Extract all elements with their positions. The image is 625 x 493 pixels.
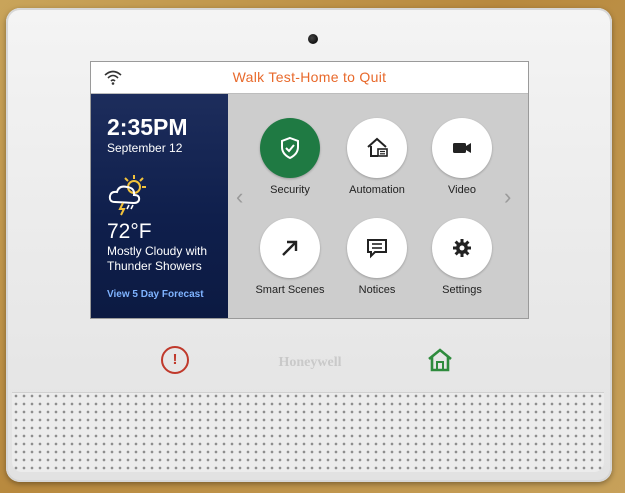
tile-video[interactable]: Video bbox=[422, 118, 502, 196]
tile-label: Notices bbox=[358, 284, 396, 296]
brand-logo: Honeywell bbox=[278, 355, 342, 370]
alert-icon[interactable]: ! bbox=[161, 346, 189, 374]
tile-label: Security bbox=[270, 184, 310, 196]
touchscreen: Walk Test-Home to Quit 2:35PM September … bbox=[90, 61, 529, 319]
forecast-link[interactable]: View 5 Day Forecast bbox=[107, 289, 204, 300]
gear-icon bbox=[453, 239, 471, 257]
clock-time: 2:35PM bbox=[107, 114, 188, 140]
app-grid: ‹ › Security Automation Video Smart Scen… bbox=[228, 94, 528, 318]
settings-button[interactable] bbox=[432, 218, 492, 278]
temperature: 72°F bbox=[107, 220, 152, 243]
next-page-arrow[interactable]: › bbox=[504, 186, 520, 208]
weather-condition: Mostly Cloudy with Thunder Showers bbox=[107, 244, 208, 273]
security-button[interactable] bbox=[260, 118, 320, 178]
clock-date: September 12 bbox=[107, 141, 183, 155]
tile-label: Smart Scenes bbox=[255, 284, 325, 296]
shield-check-icon bbox=[281, 136, 299, 160]
storm-cloud-sun-icon bbox=[108, 175, 146, 216]
tile-security[interactable]: Security bbox=[250, 118, 330, 196]
tile-label: Video bbox=[448, 184, 476, 196]
home-automation-icon bbox=[367, 137, 388, 157]
automation-button[interactable] bbox=[347, 118, 407, 178]
tile-settings[interactable]: Settings bbox=[422, 218, 502, 296]
camera-lens bbox=[308, 34, 318, 44]
panel-device: Walk Test-Home to Quit 2:35PM September … bbox=[6, 8, 612, 482]
tile-notices[interactable]: Notices bbox=[337, 218, 417, 296]
status-message: Walk Test-Home to Quit bbox=[232, 69, 387, 85]
status-bar: Walk Test-Home to Quit bbox=[91, 62, 528, 94]
tile-label: Automation bbox=[349, 184, 405, 196]
smart-scenes-button[interactable] bbox=[260, 218, 320, 278]
tile-smart-scenes[interactable]: Smart Scenes bbox=[250, 218, 330, 296]
notices-button[interactable] bbox=[347, 218, 407, 278]
tile-automation[interactable]: Automation bbox=[337, 118, 417, 196]
arrow-up-right-icon bbox=[282, 240, 298, 256]
home-icon[interactable] bbox=[426, 346, 454, 374]
message-icon bbox=[367, 239, 387, 259]
info-panel: 2:35PM September 12 72°F Mostly Cloudy w… bbox=[91, 94, 228, 318]
tile-label: Settings bbox=[442, 284, 482, 296]
video-button[interactable] bbox=[432, 118, 492, 178]
speaker-grille bbox=[12, 392, 604, 472]
video-camera-icon bbox=[453, 143, 471, 153]
